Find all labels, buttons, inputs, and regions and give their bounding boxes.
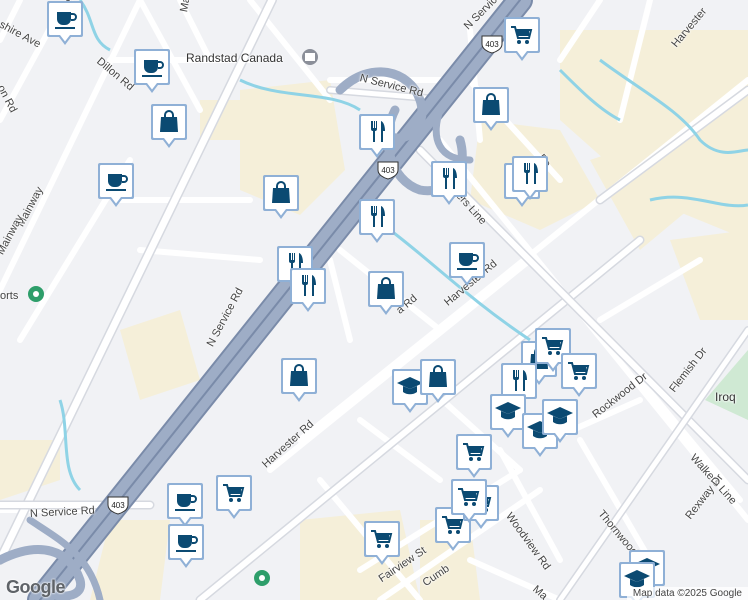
randstad-poi-icon [302,49,318,65]
shopping-cart-icon [504,17,540,61]
shopping-bag-icon [368,271,404,315]
coffee-cup-icon [167,483,203,527]
fork-knife-icon [359,199,395,243]
fork-knife-icon [290,268,326,312]
map-marker-cafe[interactable] [448,241,486,287]
map-marker-grocery[interactable] [503,16,541,62]
map-marker-shopping[interactable] [472,86,510,132]
graduation-cap-icon [542,399,578,443]
shopping-bag-icon [420,359,456,403]
map-marker-restaurant[interactable] [289,267,327,313]
coffee-cup-icon [47,1,83,45]
map-marker-restaurant[interactable] [511,155,549,201]
map-marker-grocery[interactable] [560,352,598,398]
shopping-cart-icon [561,353,597,397]
shopping-bag-icon [473,87,509,131]
shield-label: 403 [485,40,499,49]
place-label-orts: orts [0,290,19,302]
shopping-bag-icon [151,104,187,148]
map-marker-grocery[interactable] [215,474,253,520]
place-label-randstad: Randstad Canada [186,51,283,65]
shopping-bag-icon [263,175,299,219]
fork-knife-icon [431,161,467,205]
fork-knife-icon [359,114,395,158]
map-marker-shopping[interactable] [150,103,188,149]
coffee-cup-icon [449,242,485,286]
fork-knife-icon [512,156,548,200]
map-marker-restaurant[interactable] [358,113,396,159]
map-attribution[interactable]: Map data ©2025 Google [626,587,748,600]
shopping-cart-icon [451,479,487,523]
map-marker-cafe[interactable] [46,0,84,46]
map-marker-shopping[interactable] [262,174,300,220]
google-logo-text: Google [6,577,66,597]
map-marker-grocery[interactable] [363,520,401,566]
shopping-cart-icon [456,434,492,478]
shield-label: 403 [111,501,125,510]
shield-label: 403 [381,166,395,175]
map-marker-cafe[interactable] [97,162,135,208]
map-canvas[interactable]: 403 403 403 shire Ave Laurentown D on Rd [0,0,748,600]
coffee-cup-icon [134,49,170,93]
map-marker-shopping[interactable] [367,270,405,316]
map-marker-education[interactable] [541,398,579,444]
map-marker-shopping[interactable] [419,358,457,404]
shopping-cart-icon [364,521,400,565]
map-marker-cafe[interactable] [133,48,171,94]
map-marker-grocery[interactable] [455,433,493,479]
map-marker-restaurant[interactable] [430,160,468,206]
map-marker-shopping[interactable] [280,357,318,403]
shopping-bag-icon [281,358,317,402]
map-marker-cafe[interactable] [166,482,204,528]
shopping-cart-icon [216,475,252,519]
google-logo: Google [6,577,66,598]
map-marker-restaurant[interactable] [358,198,396,244]
coffee-cup-icon [168,524,204,568]
place-label-iroq: Iroq [715,390,736,404]
map-marker-grocery[interactable] [450,478,488,524]
map-marker-cafe[interactable] [167,523,205,569]
coffee-cup-icon [98,163,134,207]
